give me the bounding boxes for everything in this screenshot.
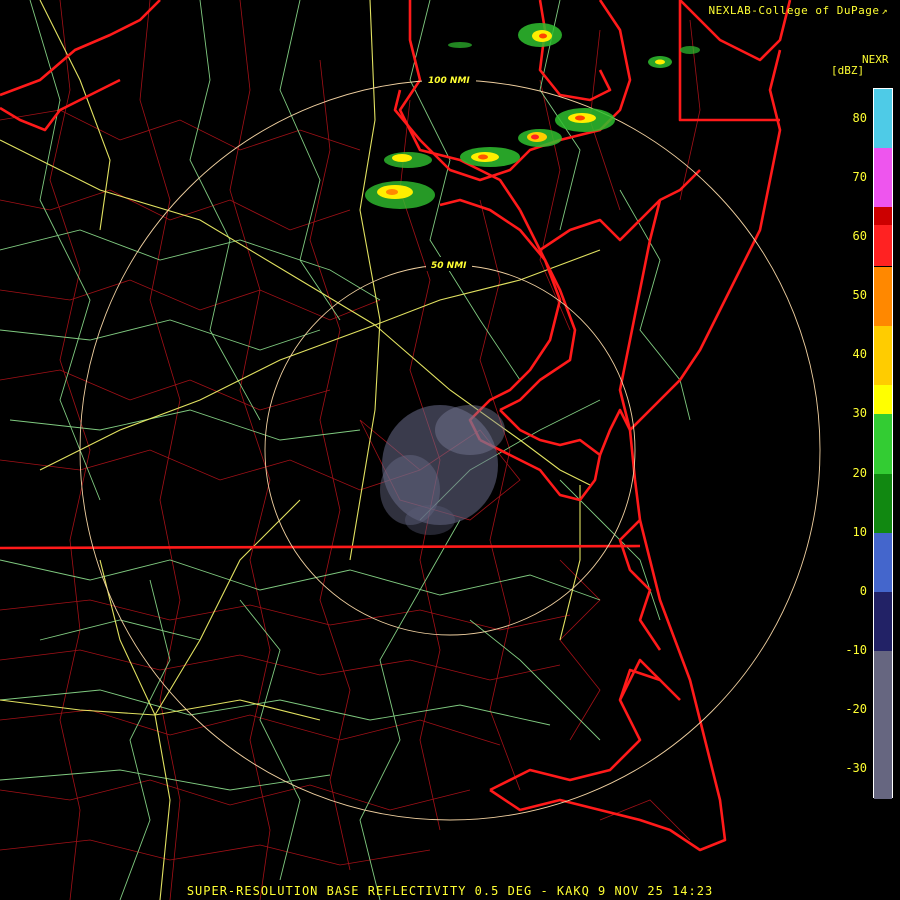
colorbar-band	[874, 148, 892, 208]
colorbar-band	[874, 532, 892, 592]
ring-label-50: 50 NMI	[431, 261, 467, 271]
ring-label-100: 100 NMI	[428, 76, 470, 86]
colorbar-tick-label: -10	[845, 643, 867, 658]
colorbar-band	[874, 225, 892, 267]
colorbar-band	[874, 473, 892, 533]
colorbar-band	[874, 325, 892, 385]
external-link-icon[interactable]: ↗	[881, 6, 888, 17]
product-id: NEXR	[862, 53, 889, 66]
colorbar-band	[874, 207, 892, 226]
colorbar-band	[874, 591, 892, 652]
product-footer: SUPER-RESOLUTION BASE REFLECTIVITY 0.5 D…	[186, 884, 714, 898]
colorbar-tick-label: 20	[852, 465, 867, 480]
colorbar-tick-label: 50	[852, 288, 867, 303]
radar-map: 100 NMI 50 NMI	[0, 0, 900, 900]
colorbar-band	[874, 384, 892, 415]
colorbar-tick-label: 30	[852, 406, 867, 421]
colorbar-band	[874, 414, 892, 474]
colorbar-tick-label: 40	[852, 347, 867, 362]
colorbar-tick-label: 70	[852, 169, 867, 184]
colorbar-tick-label: 80	[852, 110, 867, 125]
credit-label[interactable]: NEXLAB-College of DuPage ↗	[709, 4, 888, 17]
units-label: [dBZ]	[831, 64, 865, 77]
colorbar-tick-label: -20	[845, 702, 867, 717]
colorbar-band	[874, 651, 892, 799]
colorbar-band	[874, 266, 892, 326]
colorbar-tick-label: 10	[852, 524, 867, 539]
credit-text[interactable]: NEXLAB-College of DuPage	[709, 4, 880, 17]
colorbar-tick-label: -30	[845, 761, 867, 776]
colorbar	[873, 88, 893, 799]
colorbar-band	[874, 89, 892, 149]
colorbar-tick-label: 0	[859, 583, 867, 598]
colorbar-tick-label: 60	[852, 228, 867, 243]
